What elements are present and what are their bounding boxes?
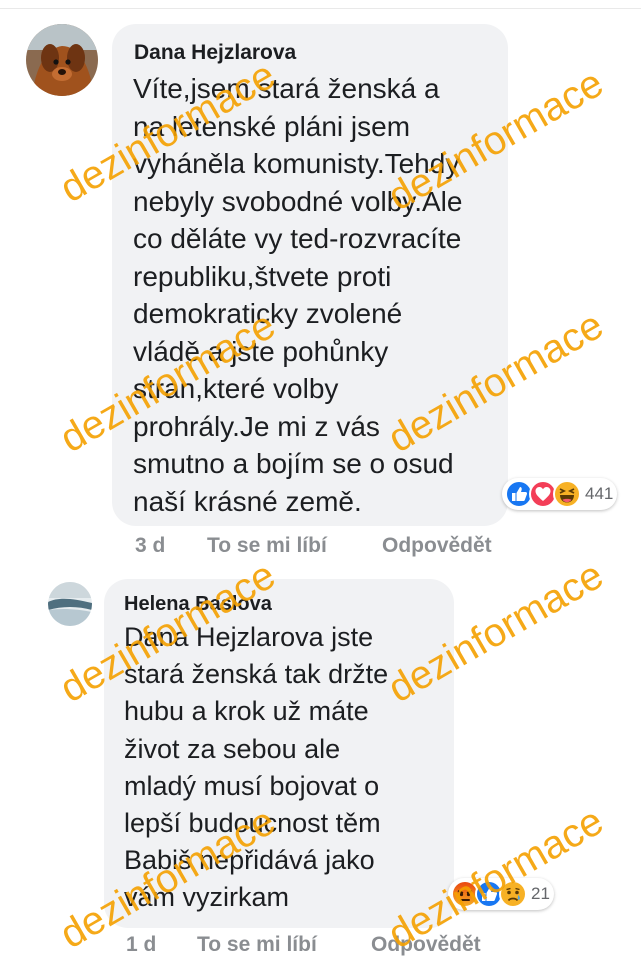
reaction-count: 441 xyxy=(585,484,614,503)
reply-link[interactable]: Odpovědět xyxy=(371,933,481,957)
comment-author[interactable]: Dana Hejzlarova xyxy=(134,41,296,65)
avatar[interactable] xyxy=(48,582,92,626)
reply-link[interactable]: Odpovědět xyxy=(382,534,492,558)
reaction-summary[interactable]: 21 xyxy=(448,878,554,910)
reaction-count: 21 xyxy=(531,884,550,903)
comment-author[interactable]: Helena Baslova xyxy=(124,593,272,616)
like-link[interactable]: To se mi líbí xyxy=(197,933,317,957)
comment-time[interactable]: 3 d xyxy=(135,534,165,558)
haha-icon xyxy=(553,480,581,508)
reaction-summary[interactable]: 441 xyxy=(502,478,618,510)
comment-time[interactable]: 1 d xyxy=(126,933,156,957)
sad-icon xyxy=(499,880,527,908)
comment-text: Víte,jsem stará ženská a na letenské plá… xyxy=(133,73,463,517)
avatar[interactable] xyxy=(26,24,98,96)
like-link[interactable]: To se mi líbí xyxy=(207,534,327,558)
dog-photo-icon xyxy=(26,24,98,96)
landscape-photo-icon xyxy=(48,582,92,626)
comment-text: Dana Hejzlarova jste stará ženská tak dr… xyxy=(124,622,389,913)
top-divider xyxy=(0,8,641,9)
